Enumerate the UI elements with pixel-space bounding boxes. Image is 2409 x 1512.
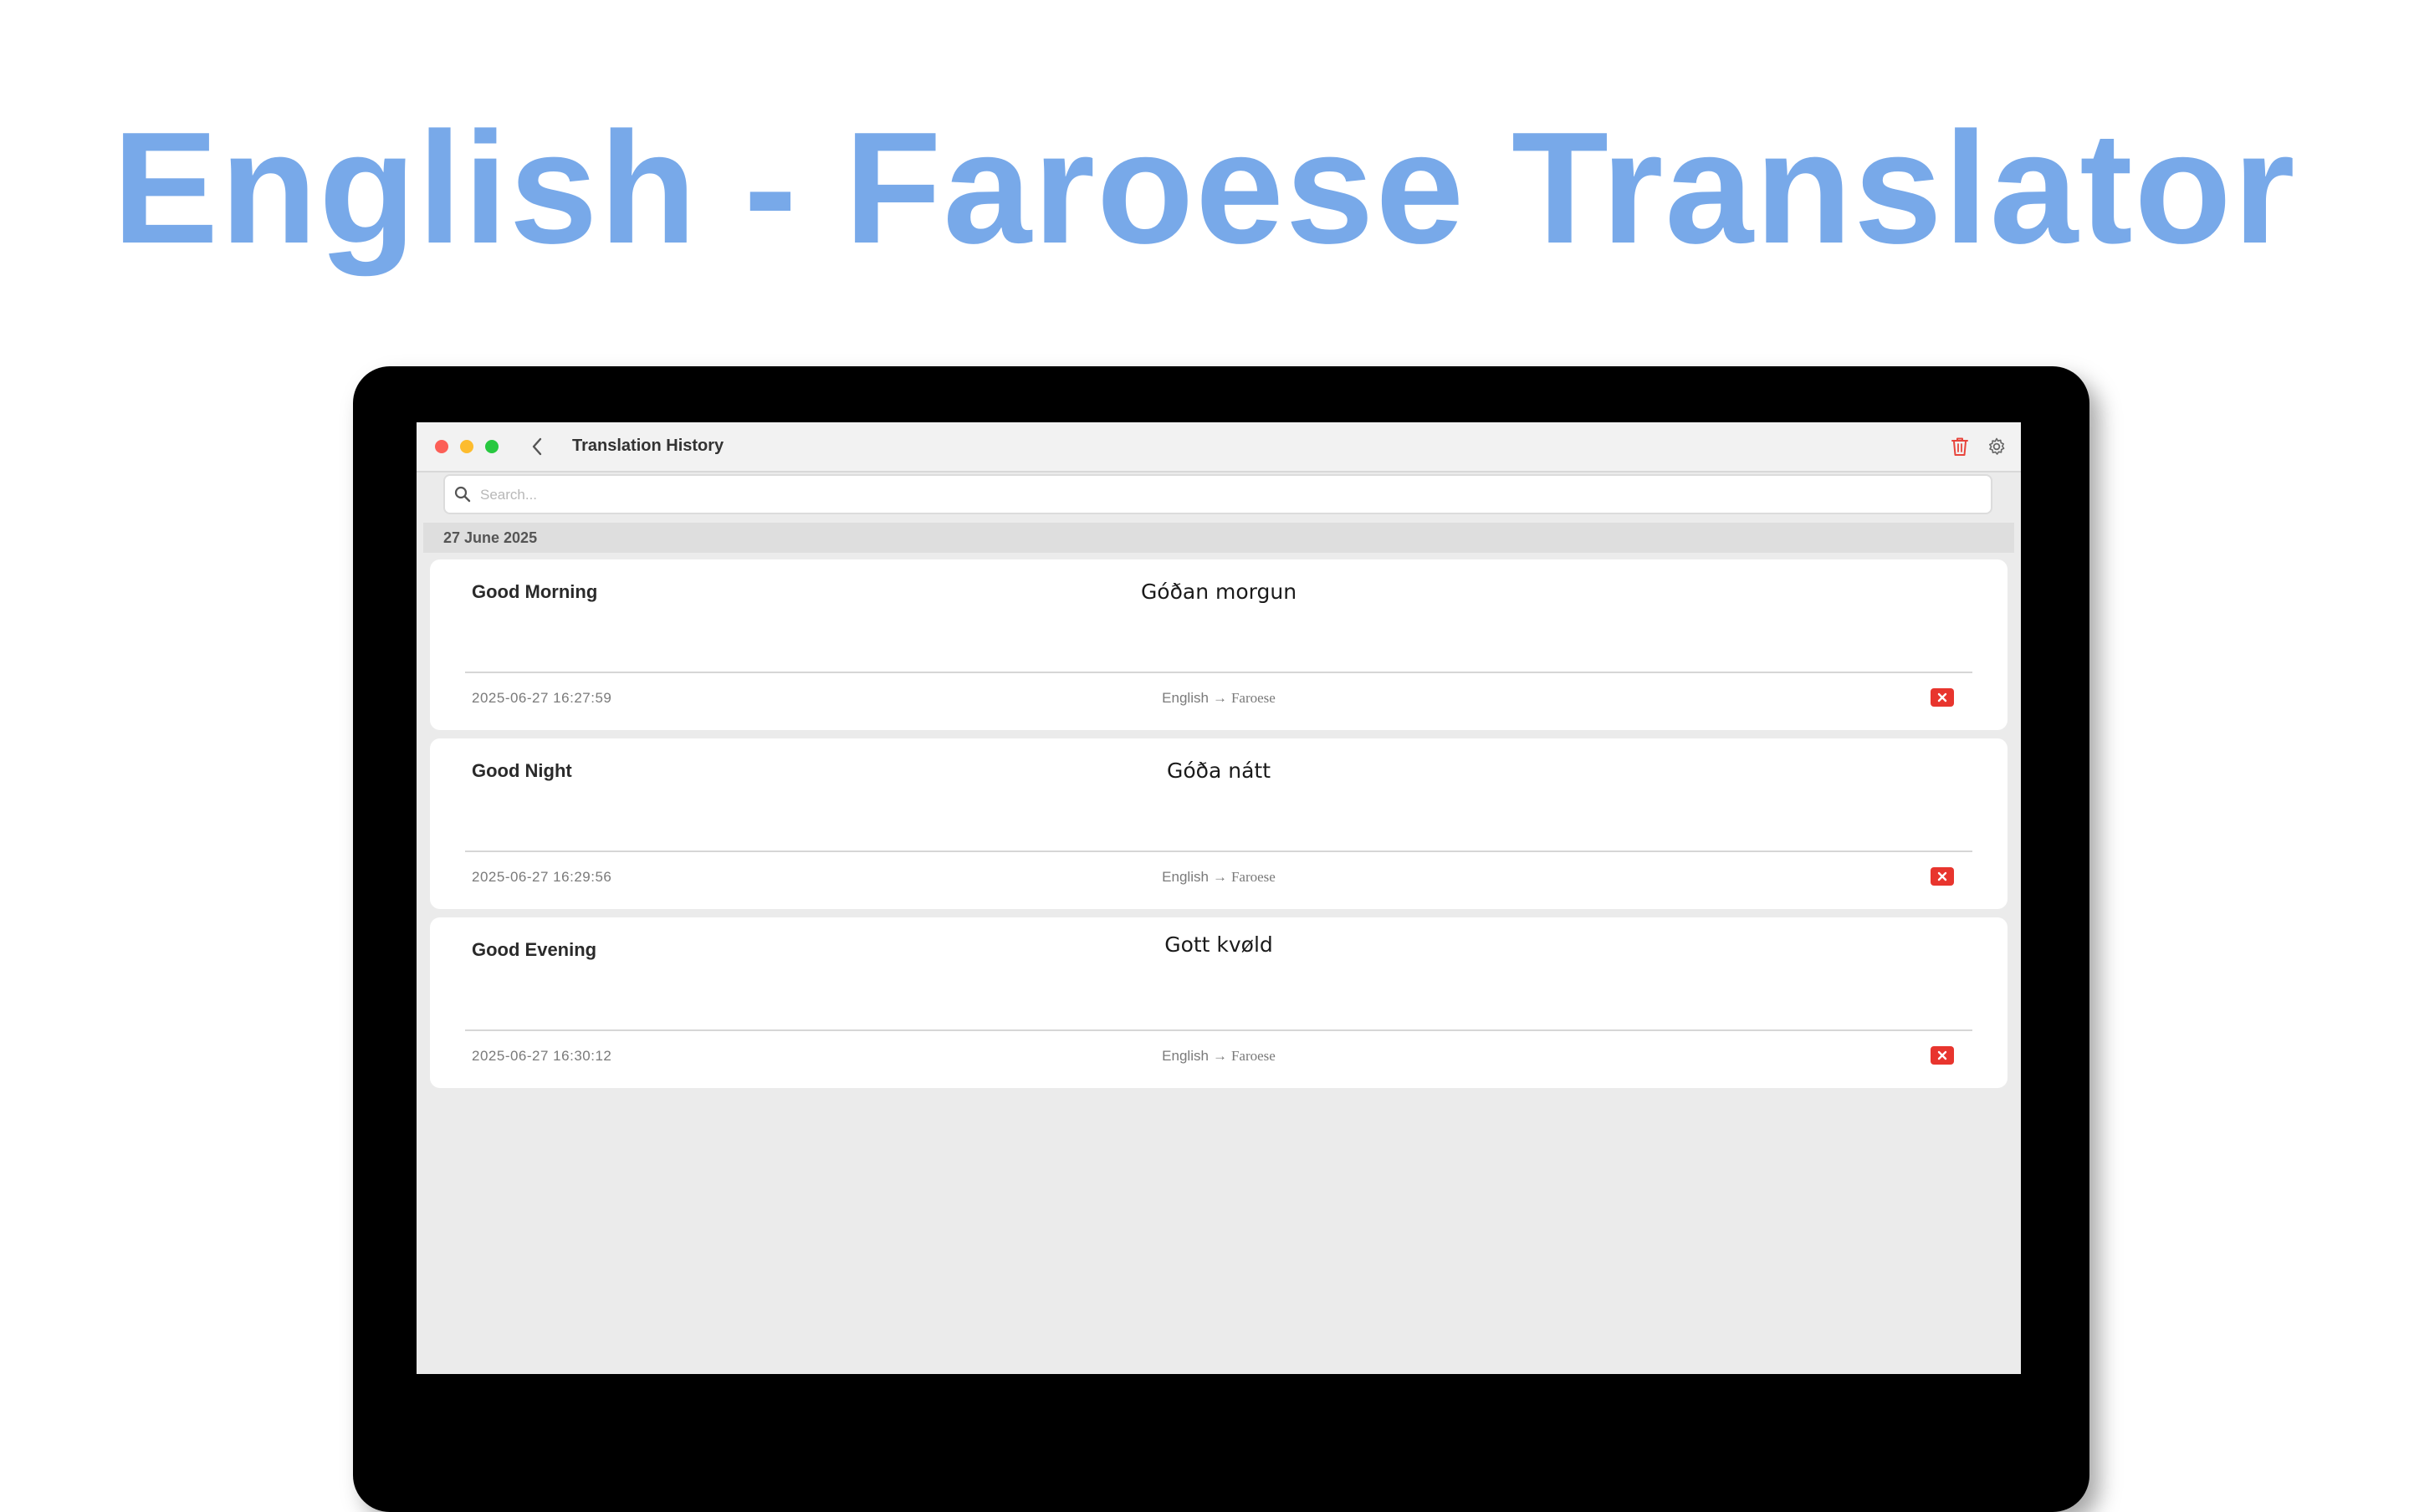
from-language: English xyxy=(1162,869,1209,885)
chevron-left-icon xyxy=(532,437,542,456)
translated-text: Góða nátt xyxy=(1167,759,1271,783)
title-bar: Translation History xyxy=(417,422,2021,472)
entry-divider xyxy=(465,1029,1972,1031)
from-language: English xyxy=(1162,1048,1209,1064)
search-input[interactable] xyxy=(478,481,1979,509)
delete-entry-button[interactable] xyxy=(1931,688,1954,707)
search-icon xyxy=(454,486,471,503)
to-language: Faroese xyxy=(1230,690,1276,706)
entry-timestamp: 2025-06-27 16:27:59 xyxy=(472,690,612,706)
history-entry[interactable]: Good Night Góða nátt 2025-06-27 16:29:56… xyxy=(430,738,2008,909)
to-language: Faroese xyxy=(1230,1048,1276,1064)
delete-entry-button[interactable] xyxy=(1931,867,1954,886)
delete-entry-button[interactable] xyxy=(1931,1046,1954,1065)
page-headline: English - Faroese Translator xyxy=(112,100,2297,277)
close-window-button[interactable] xyxy=(435,440,448,453)
window-title: Translation History xyxy=(572,437,724,455)
close-icon xyxy=(1937,692,1947,702)
translated-text: Gott kvøld xyxy=(1164,932,1273,957)
close-icon xyxy=(1937,1050,1947,1060)
history-entry[interactable]: Good Morning Góðan morgun 2025-06-27 16:… xyxy=(430,559,2008,730)
minimize-window-button[interactable] xyxy=(460,440,473,453)
language-pair: English → Faroese xyxy=(1162,690,1276,707)
to-language: Faroese xyxy=(1230,869,1276,885)
translated-text: Góðan morgun xyxy=(1140,580,1297,604)
source-text: Good Night xyxy=(472,760,572,781)
arrow-icon: → xyxy=(1212,1048,1227,1064)
from-language: English xyxy=(1162,690,1209,706)
zoom-window-button[interactable] xyxy=(485,440,499,453)
language-pair: English → Faroese xyxy=(1162,869,1276,886)
source-text: Good Morning xyxy=(472,581,598,602)
entry-divider xyxy=(465,850,1972,852)
close-icon xyxy=(1937,871,1947,881)
trash-icon xyxy=(1951,437,1968,456)
entry-divider xyxy=(465,672,1972,673)
app-window: Translation History 27 June 2025 Go xyxy=(417,422,2021,1374)
back-button[interactable] xyxy=(525,434,549,459)
date-group-header: 27 June 2025 xyxy=(423,523,2014,553)
history-entry[interactable]: Good Evening Gott kvøld 2025-06-27 16:30… xyxy=(430,917,2008,1088)
clear-history-button[interactable] xyxy=(1947,434,1972,459)
arrow-icon: → xyxy=(1212,690,1227,706)
gear-icon xyxy=(1989,437,2005,455)
settings-button[interactable] xyxy=(1984,434,2009,459)
source-text: Good Evening xyxy=(472,939,597,960)
date-group-label: 27 June 2025 xyxy=(443,529,538,546)
arrow-icon: → xyxy=(1212,869,1227,885)
search-field[interactable] xyxy=(443,474,1992,514)
language-pair: English → Faroese xyxy=(1162,1048,1276,1065)
entry-timestamp: 2025-06-27 16:29:56 xyxy=(472,869,612,885)
entry-timestamp: 2025-06-27 16:30:12 xyxy=(472,1048,612,1064)
